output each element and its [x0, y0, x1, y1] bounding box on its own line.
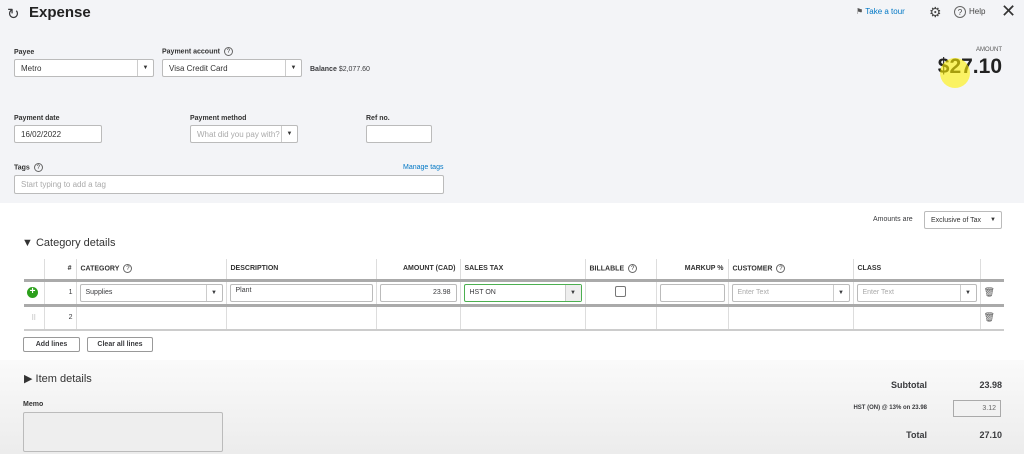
chevron-down-icon: ▼ — [281, 126, 297, 142]
manage-tags-link[interactable]: Manage tags — [403, 164, 443, 171]
help-icon[interactable]: ? — [776, 264, 786, 274]
amount-input[interactable]: 23.98 — [379, 283, 457, 302]
category-details-title: Category details — [35, 237, 116, 249]
payee-value: Metro — [21, 63, 42, 73]
chevron-down-icon: ▼ — [205, 284, 222, 301]
total-label: Total — [906, 430, 927, 440]
balance: Balance $2,077.60 — [310, 66, 370, 73]
col-description: DESCRIPTION — [225, 259, 376, 280]
row-number: 1 — [43, 280, 76, 305]
customer-placeholder: Enter Text — [737, 289, 769, 296]
col-customer-label: CUSTOMER — [732, 265, 773, 273]
markup-input[interactable] — [659, 283, 725, 302]
col-billable-label: BILLABLE — [589, 265, 625, 273]
memo-input[interactable] — [23, 412, 223, 452]
balance-label: Balance — [310, 66, 337, 73]
tags-input[interactable]: Start typing to add a tag — [14, 175, 444, 194]
tax-amount-input[interactable]: 3.12 — [953, 400, 1001, 417]
class-placeholder: Enter Text — [862, 289, 894, 296]
amounts-are-value: Exclusive of Tax — [931, 216, 982, 224]
col-class: CLASS — [852, 259, 980, 280]
page-title: Expense — [29, 4, 91, 21]
cursor-highlight — [940, 58, 970, 88]
add-line-icon[interactable]: + — [27, 287, 38, 298]
chevron-down-icon: ▼ — [137, 60, 153, 76]
billable-checkbox[interactable] — [615, 286, 626, 297]
category-value: Supplies — [85, 289, 113, 296]
chevron-down-icon: ▼ — [832, 284, 849, 301]
category-select[interactable]: Supplies ▼ — [79, 283, 223, 302]
chevron-down-icon: ▼ — [959, 284, 976, 301]
payee-select[interactable]: Metro ▼ — [14, 59, 154, 77]
col-num: # — [43, 259, 76, 280]
table-row: + 1 Supplies ▼ Plant 23.98 HST ON ▼ Enter … — [24, 280, 1004, 305]
customer-select[interactable]: Enter Text ▼ — [731, 283, 850, 302]
help-icon[interactable]: ? — [33, 163, 43, 172]
amount-label: AMOUNT — [976, 47, 1002, 53]
payment-method-label: Payment method — [190, 115, 247, 122]
item-details-toggle[interactable]: ▶ Item details — [24, 372, 92, 385]
col-category-label: CATEGORY — [80, 265, 120, 273]
payment-account-label-text: Payment account — [162, 48, 220, 56]
col-markup: MARKUP % — [655, 259, 728, 280]
tags-label: Tags? — [14, 163, 43, 172]
subtotal-label: Subtotal — [891, 380, 927, 390]
help-icon[interactable]: ? — [628, 264, 638, 274]
total-value: 27.10 — [979, 430, 1002, 440]
col-sales-tax: SALES TAX — [459, 259, 585, 280]
payment-date-label: Payment date — [14, 115, 60, 122]
payment-date-input[interactable]: 16/02/2022 — [14, 125, 102, 143]
amounts-are-label: Amounts are — [873, 216, 913, 223]
payment-method-select[interactable]: What did you pay with? ▼ — [190, 125, 298, 143]
add-lines-button[interactable]: Add lines — [23, 337, 80, 352]
row-number: 2 — [43, 305, 76, 330]
payment-account-select[interactable]: Visa Credit Card ▼ — [162, 59, 302, 77]
category-details-toggle[interactable]: ▼ Category details — [22, 237, 115, 249]
tags-placeholder: Start typing to add a tag — [21, 180, 106, 189]
help-icon[interactable]: ? — [223, 47, 233, 56]
chevron-down-icon: ▼ — [285, 60, 301, 76]
sales-tax-select[interactable]: HST ON ▼ — [463, 283, 582, 302]
signpost-icon: ⚑ — [856, 7, 866, 16]
col-customer: CUSTOMER? — [727, 259, 853, 280]
help-button[interactable]: ? Help — [954, 6, 985, 18]
help-icon[interactable]: ? — [123, 264, 133, 274]
tax-label: HST (ON) @ 13% on 23.98 — [853, 405, 927, 411]
chevron-down-icon: ▼ — [564, 284, 581, 301]
balance-value: $2,077.60 — [338, 66, 370, 73]
sales-tax-value: HST ON — [469, 289, 496, 296]
col-amount: AMOUNT (CAD) — [375, 259, 460, 280]
clear-all-lines-button[interactable]: Clear all lines — [87, 337, 153, 352]
trash-icon[interactable]: 🗑 — [979, 305, 1004, 330]
recent-transactions-icon[interactable]: ↻ — [7, 5, 20, 23]
chevron-down-icon: ▼ — [990, 217, 996, 223]
description-input[interactable]: Plant — [229, 283, 373, 302]
table-row: ⠿ 2 🗑 — [24, 305, 1004, 330]
take-tour-label: Take a tour — [865, 7, 905, 16]
payee-label: Payee — [14, 49, 35, 56]
item-details-title: Item details — [35, 373, 92, 385]
memo-label: Memo — [23, 401, 44, 408]
subtotal-value: 23.98 — [979, 380, 1002, 390]
amounts-are-select[interactable]: Exclusive of Tax ▼ — [924, 211, 1002, 229]
trash-icon[interactable]: 🗑 — [979, 280, 1004, 305]
help-label: Help — [969, 7, 986, 17]
category-table: # CATEGORY? DESCRIPTION AMOUNT (CAD) SAL… — [24, 259, 1004, 331]
payment-method-placeholder: What did you pay with? — [197, 129, 280, 139]
payment-account-value: Visa Credit Card — [169, 63, 228, 73]
tags-label-text: Tags — [14, 164, 30, 172]
drag-handle-icon[interactable]: ⠿ — [24, 305, 44, 330]
gear-icon[interactable]: ⚙ — [929, 4, 942, 21]
ref-no-input[interactable] — [366, 125, 432, 143]
help-icon: ? — [954, 6, 966, 18]
table-header: # CATEGORY? DESCRIPTION AMOUNT (CAD) SAL… — [24, 259, 1004, 280]
header-form-area — [0, 0, 1024, 203]
col-billable: BILLABLE? — [584, 259, 656, 280]
payment-account-label: Payment account? — [162, 47, 233, 56]
col-category: CATEGORY? — [75, 259, 226, 280]
ref-no-label: Ref no. — [366, 115, 390, 122]
close-icon[interactable]: ✕ — [1001, 1, 1016, 22]
class-select[interactable]: Enter Text ▼ — [856, 283, 977, 302]
take-tour-link[interactable]: ⚑ Take a tour — [856, 7, 905, 16]
